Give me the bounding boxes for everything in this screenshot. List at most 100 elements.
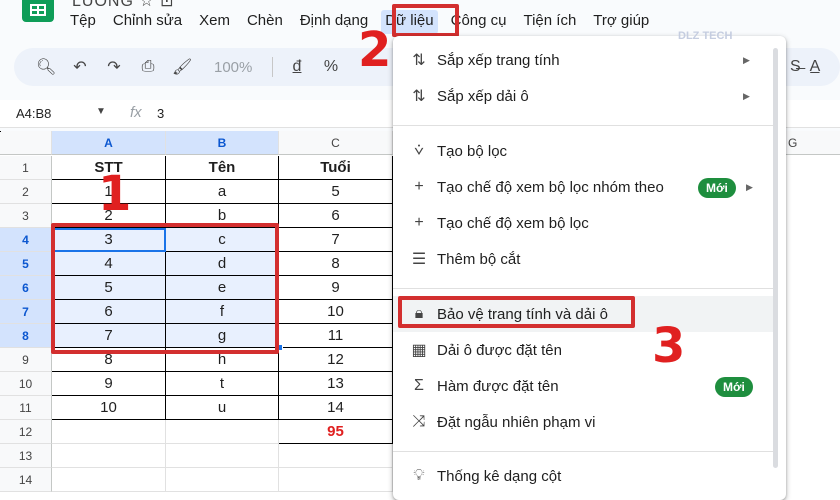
- menu-item-filter-view[interactable]: + Tạo chế độ xem bộ lọc: [393, 205, 786, 241]
- chevron-down-icon[interactable]: ▼: [96, 106, 106, 117]
- menu-item-randomize-range[interactable]: ⤨ Đặt ngẫu nhiên phạm vi: [393, 404, 786, 440]
- lightbulb-icon: 💡︎: [413, 467, 425, 484]
- grid-cell[interactable]: Tuổi: [279, 156, 393, 180]
- grid-cell[interactable]: u: [166, 396, 279, 420]
- row-header[interactable]: 1: [0, 156, 52, 180]
- grid-cell[interactable]: [279, 444, 393, 468]
- row-header[interactable]: 4: [0, 228, 52, 252]
- row-header[interactable]: 8: [0, 324, 52, 348]
- grid-cell[interactable]: 9: [279, 276, 393, 300]
- column-header-a[interactable]: A: [52, 131, 166, 155]
- menu-item-add-slicer[interactable]: ☰ Thêm bộ cắt: [393, 241, 786, 277]
- new-badge: Mới: [715, 377, 753, 397]
- grid-cell[interactable]: [52, 444, 166, 468]
- annotation-box-menu: [392, 4, 459, 37]
- row-header[interactable]: 12: [0, 420, 52, 444]
- row-header[interactable]: 3: [0, 204, 52, 228]
- grid-cell[interactable]: 12: [279, 348, 393, 372]
- slicer-icon: ☰: [411, 251, 427, 268]
- chevron-right-icon: ▶: [743, 54, 750, 65]
- annotation-step-2: 2: [358, 22, 392, 78]
- strikethrough-icon[interactable]: S̶ A̲: [790, 58, 820, 76]
- menu-item-group-filter-view[interactable]: + Tạo chế độ xem bộ lọc nhóm theo Mới ▶: [393, 169, 786, 205]
- menu-insert[interactable]: Chèn: [247, 10, 283, 34]
- paint-format-icon[interactable]: 🖌︎: [172, 57, 192, 77]
- new-badge: Mới: [698, 178, 736, 198]
- grid-cell[interactable]: Tên: [166, 156, 279, 180]
- redo-icon[interactable]: ↷: [104, 57, 124, 77]
- menu-divider: [393, 451, 773, 452]
- menu-file[interactable]: Tệp: [70, 10, 96, 34]
- row-header[interactable]: 7: [0, 300, 52, 324]
- menu-view[interactable]: Xem: [199, 10, 230, 34]
- menu-item-sort-range[interactable]: ⇅ Sắp xếp dải ô ▶: [393, 78, 786, 114]
- grid-cell[interactable]: 11: [279, 324, 393, 348]
- menu-item-named-functions[interactable]: Σ Hàm được đặt tên Mới: [393, 368, 786, 404]
- row-header[interactable]: 2: [0, 180, 52, 204]
- row-header[interactable]: 13: [0, 444, 52, 468]
- row-header[interactable]: 11: [0, 396, 52, 420]
- grid-cell[interactable]: 14: [279, 396, 393, 420]
- menu-help[interactable]: Trợ giúp: [593, 10, 649, 34]
- data-table-border: [0, 131, 1, 132]
- menu-item-create-filter[interactable]: ⩒ Tạo bộ lọc: [393, 133, 786, 169]
- grid-cell[interactable]: 95: [279, 420, 393, 444]
- watermark-logo: DLZ TECH: [678, 30, 733, 42]
- data-menu-dropdown: ⇅ Sắp xếp trang tính ▶ ⇅ Sắp xếp dải ô ▶…: [393, 36, 786, 500]
- undo-icon[interactable]: ↶: [70, 57, 90, 77]
- shuffle-icon: ⤨: [412, 413, 426, 430]
- grid-cell[interactable]: t: [166, 372, 279, 396]
- column-header-b[interactable]: B: [166, 131, 279, 155]
- grid-cell[interactable]: 13: [279, 372, 393, 396]
- grid-cell[interactable]: [52, 468, 166, 492]
- menu-edit[interactable]: Chỉnh sửa: [113, 10, 182, 34]
- chevron-right-icon: ▶: [743, 90, 750, 101]
- annotation-step-3: 3: [652, 318, 686, 374]
- grid-cell[interactable]: [166, 468, 279, 492]
- sheets-app: { "header": { "doc_title": "LUONG ☆ ⊡", …: [0, 0, 840, 500]
- currency-button[interactable]: đ: [287, 58, 307, 76]
- grid-cell[interactable]: 10: [279, 300, 393, 324]
- zoom-select[interactable]: 100%: [214, 59, 258, 76]
- toolbar-divider: [272, 57, 273, 77]
- plus-icon: +: [414, 178, 424, 195]
- table-icon: ▦: [411, 342, 427, 359]
- grid-cell[interactable]: [166, 420, 279, 444]
- sort-icon: ⇅: [412, 88, 426, 105]
- formula-input[interactable]: 3: [157, 106, 164, 121]
- menu-item-column-stats[interactable]: 💡︎ Thống kê dạng cột: [393, 458, 786, 494]
- percent-button[interactable]: %: [321, 58, 341, 76]
- menu-extensions[interactable]: Tiện ích: [523, 10, 576, 34]
- grid-cell[interactable]: 9: [52, 372, 166, 396]
- chevron-right-icon: ▶: [746, 181, 753, 192]
- row-header[interactable]: 9: [0, 348, 52, 372]
- sigma-icon: Σ: [414, 377, 424, 394]
- sort-icon: ⇅: [412, 52, 426, 69]
- grid-cell[interactable]: 10: [52, 396, 166, 420]
- row-header[interactable]: 6: [0, 276, 52, 300]
- column-header-c[interactable]: C: [279, 131, 393, 155]
- menu-item-named-ranges[interactable]: ▦ Dải ô được đặt tên: [393, 332, 786, 368]
- sheets-logo-icon[interactable]: [22, 0, 54, 22]
- grid-cell[interactable]: 5: [279, 180, 393, 204]
- print-icon[interactable]: ⎙: [138, 58, 158, 76]
- grid-cell[interactable]: [52, 420, 166, 444]
- grid-cell[interactable]: 7: [279, 228, 393, 252]
- grid-cell[interactable]: [279, 468, 393, 492]
- menu-divider: [393, 288, 773, 289]
- search-icon[interactable]: 🔍︎: [36, 57, 56, 77]
- column-header-g[interactable]: G: [786, 131, 840, 155]
- grid-cell[interactable]: 8: [279, 252, 393, 276]
- corner-cell[interactable]: [0, 131, 52, 155]
- grid-cell[interactable]: a: [166, 180, 279, 204]
- row-header[interactable]: 10: [0, 372, 52, 396]
- annotation-box-protect: [398, 296, 635, 328]
- grid-cell[interactable]: 6: [279, 204, 393, 228]
- row-header[interactable]: 14: [0, 468, 52, 492]
- filter-icon: ⩒: [414, 142, 424, 159]
- menu-item-sort-sheet[interactable]: ⇅ Sắp xếp trang tính ▶: [393, 42, 786, 78]
- name-box[interactable]: A4:B8: [16, 106, 51, 121]
- grid-cell[interactable]: [166, 444, 279, 468]
- row-header[interactable]: 5: [0, 252, 52, 276]
- fx-icon: fx: [130, 104, 142, 121]
